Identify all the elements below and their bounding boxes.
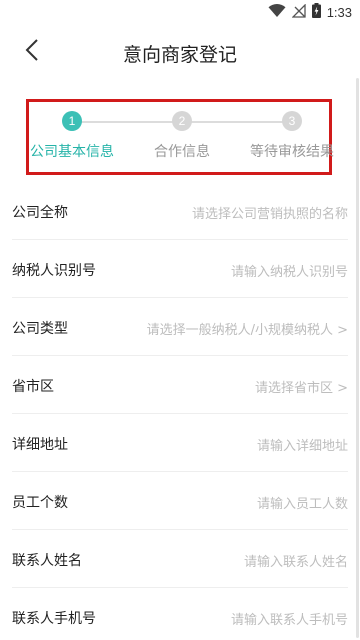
field-label: 公司全称 bbox=[12, 205, 68, 221]
status-icons: 1:33 bbox=[268, 2, 352, 22]
step-cooperation-info: 2 合作信息 bbox=[122, 111, 242, 161]
contact-phone-input[interactable]: 请输入联系人手机号 bbox=[231, 609, 348, 628]
field-label: 详细地址 bbox=[12, 437, 68, 453]
field-label: 公司类型 bbox=[12, 321, 68, 337]
wifi-icon bbox=[268, 3, 286, 22]
form-row-region[interactable]: 省市区 请选择省市区 > bbox=[12, 356, 348, 414]
status-time: 1:33 bbox=[326, 4, 352, 20]
company-name-input[interactable]: 请选择公司营销执照的名称 bbox=[192, 203, 348, 222]
company-info-form: 公司全称 请选择公司营销执照的名称 纳税人识别号 请输入纳税人识别号 公司类型 … bbox=[0, 182, 360, 640]
address-input[interactable]: 请输入详细地址 bbox=[257, 435, 348, 454]
field-label: 员工个数 bbox=[12, 495, 68, 511]
step-label: 公司基本信息 bbox=[30, 144, 114, 160]
scrollbar[interactable] bbox=[356, 78, 359, 638]
step-label: 等待审核结果 bbox=[250, 144, 334, 160]
field-label: 纳税人识别号 bbox=[12, 263, 96, 279]
step-await-review: 3 等待审核结果 bbox=[232, 111, 352, 161]
battery-charging-icon bbox=[311, 2, 321, 22]
step-number-badge: 2 bbox=[172, 111, 192, 131]
form-row-contact-name[interactable]: 联系人姓名 请输入联系人姓名 bbox=[12, 530, 348, 588]
company-type-select[interactable]: 请选择一般纳税人/小规模纳税人 > bbox=[147, 319, 348, 338]
field-label: 省市区 bbox=[12, 379, 54, 395]
page-title: 意向商家登记 bbox=[122, 44, 237, 66]
form-row-address[interactable]: 详细地址 请输入详细地址 bbox=[12, 414, 348, 472]
status-bar: 1:33 bbox=[0, 0, 360, 24]
step-label: 合作信息 bbox=[154, 144, 210, 160]
step-number-badge: 1 bbox=[62, 111, 82, 131]
field-label: 联系人姓名 bbox=[12, 553, 82, 569]
no-signal-icon bbox=[291, 2, 306, 22]
field-label: 联系人手机号 bbox=[12, 611, 96, 627]
nav-bar: 意向商家登记 bbox=[0, 24, 360, 80]
form-row-company-type[interactable]: 公司类型 请选择一般纳税人/小规模纳税人 > bbox=[12, 298, 348, 356]
step-company-info: 1 公司基本信息 bbox=[12, 111, 132, 161]
form-row-company-name[interactable]: 公司全称 请选择公司营销执照的名称 bbox=[12, 182, 348, 240]
form-row-employee-count[interactable]: 员工个数 请输入员工人数 bbox=[12, 472, 348, 530]
tax-id-input[interactable]: 请输入纳税人识别号 bbox=[231, 261, 348, 280]
contact-name-input[interactable]: 请输入联系人姓名 bbox=[244, 551, 348, 570]
employee-count-input[interactable]: 请输入员工人数 bbox=[257, 493, 348, 512]
step-number-badge: 3 bbox=[282, 111, 302, 131]
region-select[interactable]: 请选择省市区 > bbox=[255, 377, 348, 396]
progress-steps: 1 公司基本信息 2 合作信息 3 等待审核结果 bbox=[26, 99, 334, 175]
form-row-tax-id[interactable]: 纳税人识别号 请输入纳税人识别号 bbox=[12, 240, 348, 298]
form-row-contact-phone[interactable]: 联系人手机号 请输入联系人手机号 bbox=[12, 588, 348, 640]
